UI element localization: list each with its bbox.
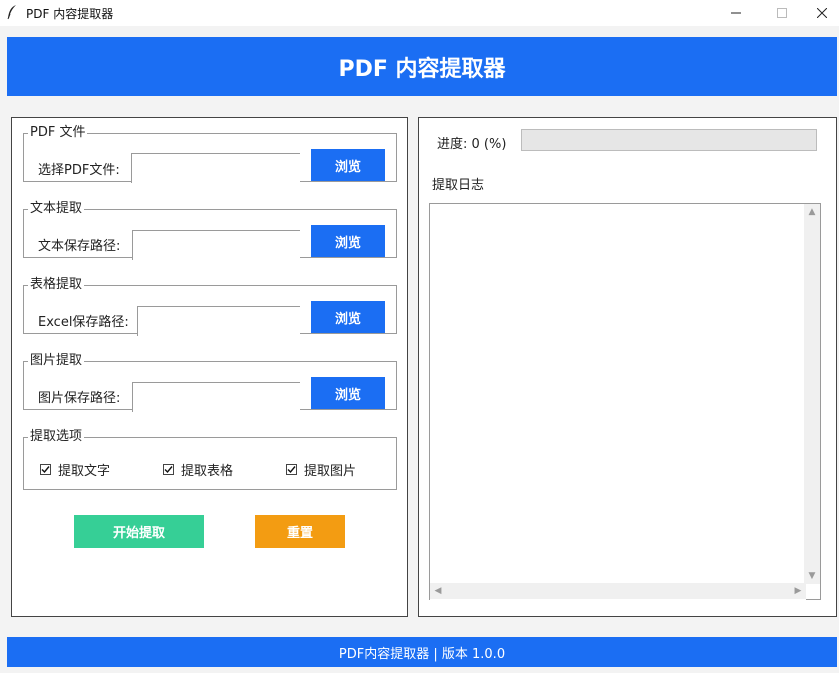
text-path-input[interactable]: [132, 230, 300, 260]
scroll-down-icon[interactable]: ▼: [804, 568, 820, 584]
log-label: 提取日志: [432, 178, 485, 193]
text-extract-legend: 文本提取: [30, 201, 83, 216]
image-extract-legend: 图片提取: [30, 353, 83, 368]
maximize-icon: [777, 8, 787, 18]
progress-label: 进度: 0 (%): [437, 137, 507, 152]
extract-image-label: 提取图片: [304, 464, 357, 479]
settings-panel: PDF 文件 选择PDF文件: 浏览 文本提取 文本保存路径: 浏览 表格提取 …: [11, 117, 408, 617]
excel-path-label: Excel保存路径:: [38, 315, 129, 330]
log-textarea[interactable]: [430, 204, 806, 601]
footer-text: PDF内容提取器 | 版本 1.0.0: [338, 646, 506, 662]
pdf-file-label: 选择PDF文件:: [38, 163, 120, 178]
excel-path-input[interactable]: [137, 306, 300, 336]
checkbox-checked-icon[interactable]: [163, 464, 174, 475]
scroll-left-icon[interactable]: ◀: [430, 583, 446, 599]
progress-bar: [521, 129, 817, 151]
vertical-scrollbar[interactable]: ▲ ▼: [804, 204, 820, 584]
image-browse-button[interactable]: 浏览: [311, 377, 385, 409]
image-path-label: 图片保存路径:: [38, 391, 121, 406]
reset-button[interactable]: 重置: [255, 515, 345, 548]
extract-image-checkbox[interactable]: 提取图片: [286, 460, 356, 479]
text-browse-button[interactable]: 浏览: [311, 225, 385, 257]
excel-browse-button[interactable]: 浏览: [311, 301, 385, 333]
app-footer: PDF内容提取器 | 版本 1.0.0: [7, 637, 837, 667]
close-button[interactable]: [805, 0, 839, 26]
header-title: PDF 内容提取器: [338, 56, 506, 82]
maximize-button[interactable]: [759, 0, 805, 26]
image-path-input[interactable]: [132, 382, 300, 412]
window-title: PDF 内容提取器: [26, 7, 114, 21]
scroll-right-icon[interactable]: ▶: [790, 583, 806, 599]
table-extract-legend: 表格提取: [30, 277, 83, 292]
checkbox-checked-icon[interactable]: [40, 464, 51, 475]
checkbox-checked-icon[interactable]: [286, 464, 297, 475]
pdf-browse-button[interactable]: 浏览: [311, 149, 385, 181]
text-path-label: 文本保存路径:: [38, 239, 121, 254]
log-area: ▲ ▼ ◀ ▶: [429, 203, 821, 601]
scroll-up-icon[interactable]: ▲: [804, 204, 820, 220]
pdf-file-input[interactable]: [131, 153, 300, 183]
app-header: PDF 内容提取器: [7, 37, 837, 96]
horizontal-scrollbar[interactable]: ◀ ▶: [430, 583, 806, 599]
feather-icon: [6, 4, 18, 20]
output-panel: 进度: 0 (%) 提取日志 ▲ ▼ ◀ ▶: [418, 117, 837, 617]
extract-table-label: 提取表格: [181, 464, 234, 479]
extract-table-checkbox[interactable]: 提取表格: [163, 460, 233, 479]
extract-options-legend: 提取选项: [30, 429, 83, 444]
pdf-file-legend: PDF 文件: [30, 125, 86, 140]
minimize-button[interactable]: [713, 0, 759, 26]
minimize-icon: [731, 12, 741, 14]
extract-text-label: 提取文字: [58, 464, 111, 479]
close-icon: [817, 8, 827, 18]
window-titlebar: PDF 内容提取器: [0, 0, 839, 26]
extract-text-checkbox[interactable]: 提取文字: [40, 460, 110, 479]
start-extract-button[interactable]: 开始提取: [74, 515, 204, 548]
